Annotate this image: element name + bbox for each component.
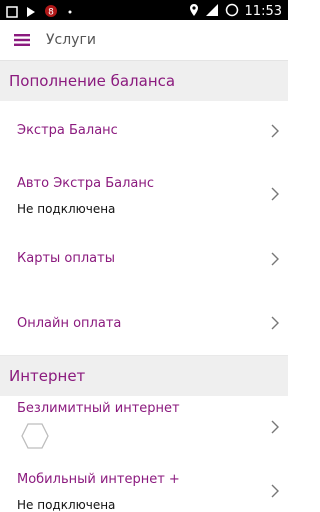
list-item-extra-balance[interactable]: Экстра Баланс (0, 101, 288, 163)
location-icon (189, 2, 199, 21)
status-bar: 8 11:53 (0, 0, 288, 20)
signal-icon (205, 2, 219, 21)
section-header-balance: Пополнение баланса (0, 61, 288, 102)
section-title: Пополнение баланса (9, 72, 176, 90)
list-item-unlimited-internet[interactable]: Безлимитный интернет (0, 396, 288, 461)
chevron-right-icon (271, 187, 279, 201)
item-title: Онлайн оплата (17, 316, 122, 331)
chevron-right-icon (271, 420, 279, 434)
svg-text:8: 8 (48, 8, 54, 18)
item-title: Мобильный интернет + (17, 472, 180, 487)
section-header-internet: Интернет (0, 356, 288, 397)
menu-button[interactable] (8, 26, 36, 54)
section-title: Интернет (9, 367, 86, 385)
hamburger-icon (14, 31, 30, 50)
item-title: Экстра Баланс (17, 123, 118, 138)
app-bar: Услуги (0, 20, 288, 61)
list-item-auto-extra-balance[interactable]: Авто Экстра Баланс Не подключена (0, 162, 288, 228)
chevron-right-icon (271, 124, 279, 138)
chevron-right-icon (271, 484, 279, 498)
chevron-right-icon (271, 316, 279, 330)
item-title: Безлимитный интернет (17, 401, 180, 416)
chevron-right-icon (271, 252, 279, 266)
list-item-online-payment[interactable]: Онлайн оплата (0, 291, 288, 356)
battery-icon (225, 2, 239, 21)
loading-hexagon-icon (21, 423, 49, 449)
item-title: Авто Экстра Баланс (17, 176, 155, 191)
list-item-mobile-internet-plus[interactable]: Мобильный интернет + Не подключена (0, 460, 288, 512)
page-title: Услуги (46, 32, 96, 48)
list-item-payment-cards[interactable]: Карты оплаты (0, 227, 288, 292)
item-subtitle: Не подключена (17, 498, 116, 512)
status-time: 11:53 (244, 3, 282, 19)
item-title: Карты оплаты (17, 251, 115, 266)
item-subtitle: Не подключена (17, 202, 116, 216)
